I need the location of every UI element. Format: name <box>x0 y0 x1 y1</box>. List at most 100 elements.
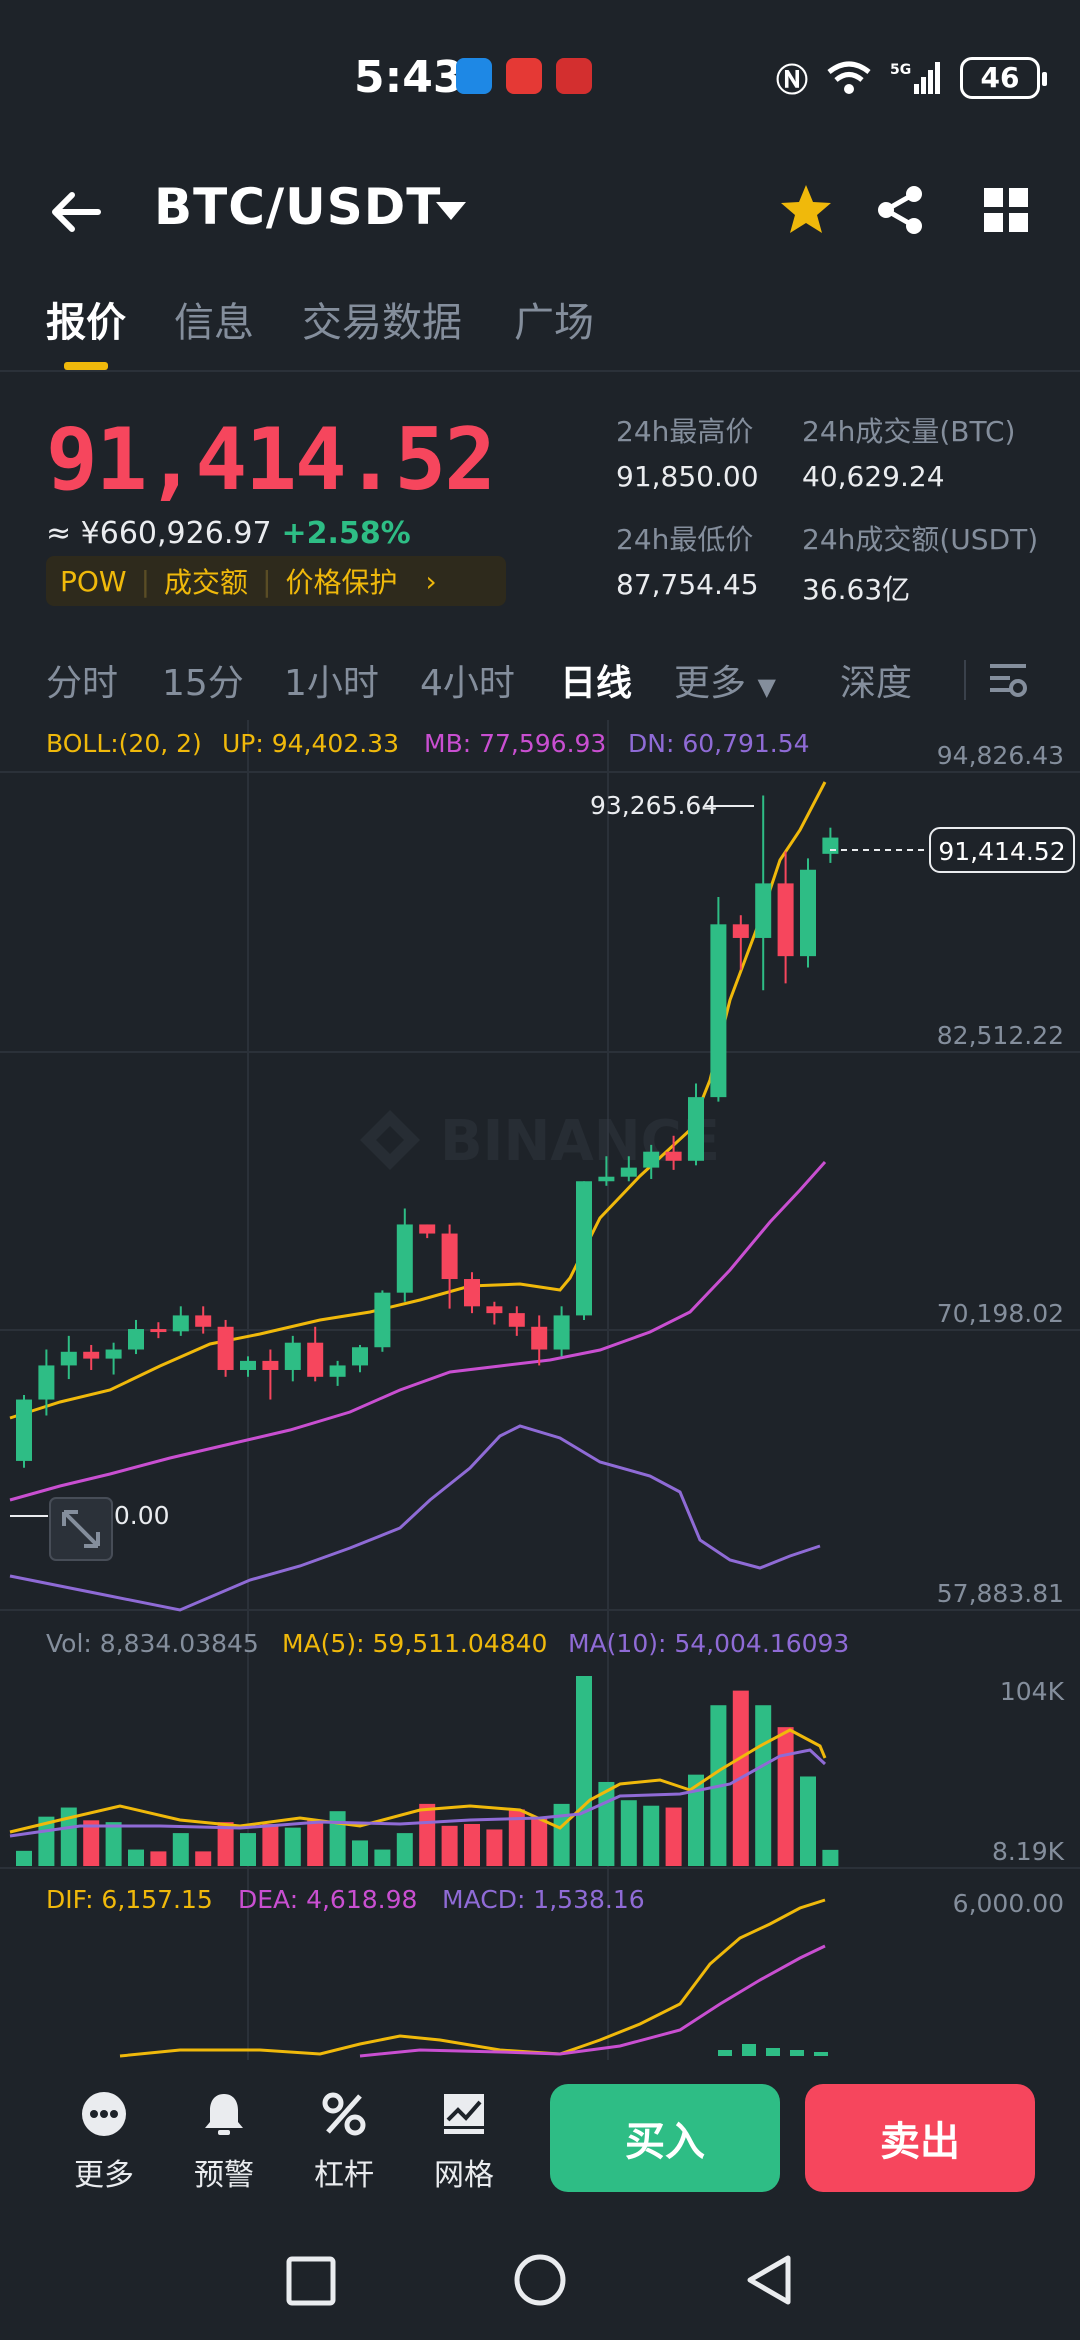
kline-chart-area[interactable]: BINANCE BOLL:(20, 2) UP: 94,402.33 MB: 7… <box>0 720 1080 2060</box>
candle-body <box>16 1399 32 1461</box>
candle-body <box>688 1097 704 1161</box>
volume-bar <box>240 1833 256 1866</box>
interval-1h[interactable]: 1小时 <box>284 654 379 706</box>
grid-trade-button[interactable]: 网格 <box>414 2090 514 2194</box>
volume-bar <box>105 1822 122 1866</box>
home-icon[interactable] <box>512 2252 568 2308</box>
percent-icon <box>322 2092 366 2136</box>
stat-vol-usdt-label: 24h成交额(USDT) <box>802 523 1039 556</box>
chevron-right-icon[interactable]: › <box>412 565 451 598</box>
candle-body <box>105 1349 122 1359</box>
tab-square[interactable]: 广场 <box>514 290 594 348</box>
pair-title[interactable]: BTC/USDT <box>154 178 441 236</box>
candle-body <box>150 1329 167 1333</box>
expand-icon[interactable] <box>49 1497 113 1561</box>
stat-vol-usdt: 24h成交额(USDT) 36.63亿 <box>802 518 1038 608</box>
shield-app-icon <box>456 58 492 94</box>
nfc-icon: Ⓝ <box>775 61 808 99</box>
volume-bar <box>396 1833 413 1866</box>
nav-back-icon[interactable] <box>742 2252 798 2308</box>
volume-bar <box>620 1800 637 1866</box>
chart-settings-icon[interactable] <box>986 658 1030 702</box>
more-label: 更多 <box>74 2158 134 2193</box>
interval-1d[interactable]: 日线 <box>560 654 632 706</box>
chevron-down-icon: ▼ <box>757 673 776 701</box>
volume-series <box>16 1676 839 1866</box>
interval-15m[interactable]: 15分 <box>162 654 244 706</box>
stat-high: 24h最高价 91,850.00 <box>616 410 759 493</box>
candle-body <box>531 1326 548 1350</box>
interval-time[interactable]: 分时 <box>46 654 118 706</box>
bottom-action-bar: 更多 预警 杠杆 网格 买入 卖出 <box>0 2060 1080 2230</box>
more-button[interactable]: 更多 <box>54 2090 154 2194</box>
grid-label: 网格 <box>434 2158 494 2193</box>
leverage-button[interactable]: 杠杆 <box>294 2090 394 2194</box>
volume-bar <box>800 1776 816 1866</box>
volume-bar <box>374 1849 391 1866</box>
tab-quote[interactable]: 报价 <box>46 290 126 348</box>
tag-turnover[interactable]: 成交额 <box>150 561 262 601</box>
tag-price-protection[interactable]: 价格保护 <box>272 561 412 601</box>
volume-bar <box>665 1807 682 1866</box>
macd-bar <box>718 2050 732 2056</box>
price-axis-label: 82,512.22 <box>937 1021 1064 1050</box>
stat-vol-btc-value: 40,629.24 <box>802 460 945 493</box>
status-right: Ⓝ 5G 46 <box>775 55 1047 101</box>
back-arrow-icon[interactable] <box>46 182 106 242</box>
share-icon[interactable] <box>870 180 930 240</box>
candle-body <box>822 837 839 854</box>
candle-body <box>240 1360 256 1370</box>
boll-up: UP: 94,402.33 <box>222 729 399 758</box>
leverage-label: 杠杆 <box>314 2158 374 2193</box>
kline-chart[interactable]: BINANCE BOLL:(20, 2) UP: 94,402.33 MB: 7… <box>0 720 1080 2060</box>
macd-dea: DEA: 4,618.98 <box>238 1885 417 1914</box>
recent-apps-icon[interactable] <box>284 2254 338 2308</box>
macd-histogram <box>718 2044 828 2056</box>
candle-body <box>777 883 794 957</box>
volume-bar <box>128 1849 144 1866</box>
sell-button[interactable]: 卖出 <box>805 2084 1035 2192</box>
buy-button[interactable]: 买入 <box>550 2084 780 2192</box>
candle-body <box>419 1224 436 1234</box>
macd-bar <box>790 2050 804 2056</box>
volume-bar <box>419 1803 436 1866</box>
candle-body <box>486 1306 503 1314</box>
grid-menu-icon[interactable] <box>976 180 1036 240</box>
main-tabs: 报价 信息 交易数据 广场 <box>0 280 1080 372</box>
tab-info[interactable]: 信息 <box>174 290 254 348</box>
tag-bar[interactable]: POW | 成交额 | 价格保护 › <box>46 556 506 606</box>
tag-separator: | <box>140 564 151 598</box>
macd-bar <box>742 2044 756 2056</box>
interval-4h[interactable]: 4小时 <box>420 654 515 706</box>
price-change: +2.58% <box>281 516 411 551</box>
volume-bar <box>486 1829 503 1866</box>
fiat-price-line: ≈ ¥660,926.97 +2.58% <box>46 516 411 551</box>
binance-watermark: BINANCE <box>360 1109 720 1174</box>
tab-trading-data[interactable]: 交易数据 <box>302 290 462 348</box>
alert-label: 预警 <box>194 2158 254 2193</box>
system-nav-bar <box>0 2230 1080 2340</box>
last-price: 91,414.52 <box>46 410 496 510</box>
macd-bar <box>814 2052 828 2056</box>
stat-low-value: 87,754.45 <box>616 568 759 601</box>
tag-pow[interactable]: POW <box>46 565 141 598</box>
vol-axis-bottom: 8.19K <box>992 1837 1065 1866</box>
star-icon[interactable] <box>776 180 836 240</box>
last-price-tag-label: 91,414.52 <box>938 837 1065 866</box>
volume-bar <box>16 1850 32 1866</box>
candle-body <box>262 1360 279 1370</box>
candle-body <box>195 1315 212 1327</box>
volume-bar <box>352 1840 368 1866</box>
volume-bar <box>329 1811 346 1866</box>
alert-button[interactable]: 预警 <box>174 2090 274 2194</box>
vol-ma5: MA(5): 59,511.04840 <box>282 1629 547 1658</box>
volume-bar <box>150 1851 167 1866</box>
volume-bar <box>777 1727 794 1866</box>
active-tab-indicator <box>64 362 108 370</box>
boll-label: BOLL:(20, 2) <box>46 729 202 758</box>
interval-depth[interactable]: 深度 <box>840 654 912 706</box>
interval-more[interactable]: 更多 ▼ <box>674 654 776 706</box>
chevron-down-icon[interactable] <box>434 196 468 226</box>
candle-body <box>598 1176 615 1182</box>
price-axis-label: 70,198.02 <box>937 1299 1064 1328</box>
